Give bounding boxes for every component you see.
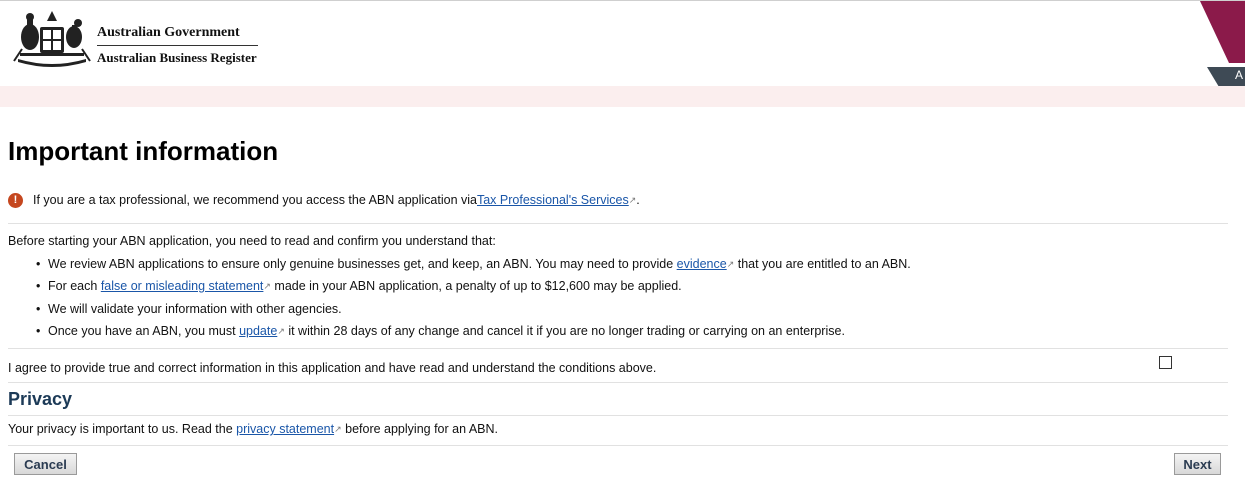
privacy-heading: Privacy: [8, 389, 73, 409]
corner-label: A: [1235, 68, 1244, 82]
alert-text-before: If you are a tax professional, we recomm…: [33, 193, 477, 207]
government-name: Australian Government: [97, 25, 240, 40]
condition-text-after: that you are entitled to an ABN.: [734, 257, 911, 271]
privacy-statement-link[interactable]: privacy statement: [236, 422, 334, 436]
alert-text-after: .: [636, 193, 640, 207]
agree-label: I agree to provide true and correct info…: [8, 361, 657, 375]
list-item: We review ABN applications to ensure onl…: [36, 257, 911, 279]
intro-text: Before starting your ABN application, yo…: [8, 234, 496, 248]
header-divider: [97, 45, 258, 46]
divider: [8, 382, 1228, 383]
divider: [8, 348, 1228, 349]
divider: [8, 223, 1228, 224]
divider: [8, 445, 1228, 446]
evidence-link[interactable]: evidence: [677, 257, 727, 271]
external-link-icon: ↗: [277, 326, 285, 337]
condition-text-before: For each: [48, 279, 101, 294]
condition-text-after: made in your ABN application, a penalty …: [270, 279, 682, 294]
site-header: Australian Government Australian Busines…: [0, 1, 1245, 87]
condition-text-before: Once you have an ABN, you must: [48, 324, 240, 339]
false-misleading-statement-link[interactable]: false or misleading statement: [101, 279, 264, 293]
agency-name: Australian Business Register: [97, 50, 257, 65]
cancel-button[interactable]: Cancel: [14, 453, 77, 475]
agree-checkbox[interactable]: [1159, 356, 1172, 369]
tax-professional-services-link[interactable]: Tax Professional's Services: [477, 193, 629, 207]
privacy-text-before: Your privacy is important to us. Read th…: [8, 422, 237, 436]
privacy-text-after: before applying for an ABN.: [341, 422, 498, 436]
header-band: [0, 86, 1245, 107]
page-title: Important information: [8, 136, 279, 166]
list-item: Once you have an ABN, you must update↗ i…: [36, 324, 911, 346]
external-link-icon: ↗: [334, 424, 342, 434]
list-item: For each false or misleading statement↗ …: [36, 279, 911, 301]
external-link-icon: ↗: [628, 194, 637, 205]
privacy-text: Your privacy is important to us. Read th…: [8, 422, 498, 436]
exclamation-icon: !: [8, 192, 23, 208]
next-button[interactable]: Next: [1174, 453, 1221, 475]
coat-of-arms-logo: [13, 11, 91, 67]
tax-professional-alert: ! If you are a tax professional, we reco…: [8, 190, 640, 210]
update-link[interactable]: update: [239, 324, 277, 338]
external-link-icon: ↗: [263, 281, 271, 292]
list-item: We will validate your information with o…: [36, 302, 911, 324]
conditions-list: We review ABN applications to ensure onl…: [36, 257, 911, 347]
condition-text-after: it within 28 days of any change and canc…: [284, 324, 845, 339]
condition-text: We will validate your information with o…: [48, 301, 342, 316]
divider: [8, 415, 1228, 416]
condition-text-before: We review ABN applications to ensure onl…: [48, 257, 677, 271]
